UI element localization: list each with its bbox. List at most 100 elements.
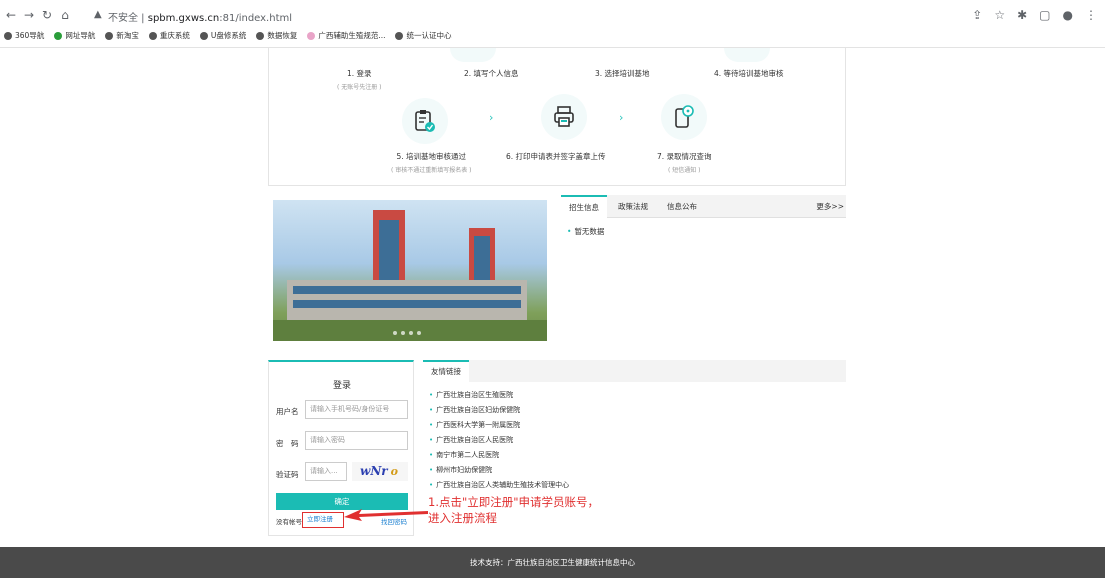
tab-policy[interactable]: 政策法规 [618, 195, 648, 218]
login-title: 登录 [332, 381, 351, 391]
bookmark-item[interactable]: 网址导航 [54, 30, 95, 41]
tab-announcements[interactable]: 信息公布 [667, 195, 697, 218]
step-title: 2. 填写个人信息 [464, 69, 519, 78]
globe-icon [199, 31, 208, 40]
bookmark-item[interactable]: 新淘宝 [105, 30, 139, 41]
share-icon[interactable]: ⇪ [972, 8, 982, 22]
captcha-input[interactable]: 请输入... [305, 462, 347, 481]
printer-icon [554, 106, 574, 127]
bookmarks-bar: 360导航 网址导航 新淘宝 重庆系统 U盘修系统 数据恢复 广西辅助生殖规范.… [4, 30, 451, 41]
globe-icon [54, 31, 63, 40]
username-label: 用户名 [276, 407, 299, 416]
step-3: 3. 选择培训基地 [595, 68, 650, 79]
url-field[interactable]: 不安全 | spbm.gxws.cn:81/index.html [108, 9, 292, 24]
more-link[interactable]: 更多>> [816, 195, 844, 218]
step-5: 5. 培训基地审核通过 ( 审核不通过重新填写报名表 ) [391, 151, 472, 174]
step-title: 7. 录取情况查询 [657, 152, 712, 161]
building-shape [293, 286, 521, 294]
carousel-dot[interactable] [417, 331, 421, 335]
carousel-dot[interactable] [393, 331, 397, 335]
profile-icon[interactable]: ● [1063, 8, 1073, 22]
carousel-dot[interactable] [401, 331, 405, 335]
step-subtitle: ( 短信通知 ) [668, 167, 701, 174]
globe-icon [4, 31, 12, 40]
step-title: 6. 打印申请表并签字盖章上传 [506, 152, 606, 161]
browser-toolbar-right: ⇪ ☆ ✱ ▢ ● ⋮ [972, 8, 1097, 22]
friend-link[interactable]: 广西壮族自治区生殖医院 [429, 390, 513, 400]
register-link[interactable]: 立即注册 [302, 512, 344, 528]
bookmark-item[interactable]: 重庆系统 [148, 30, 190, 41]
bookmark-item[interactable]: 数据恢复 [256, 30, 297, 41]
warning-icon: ▲ [94, 9, 102, 20]
building-shape [293, 300, 521, 308]
tab-friend-links[interactable]: 友情链接 [423, 360, 469, 382]
news-tabs: 招生信息 政策法规 信息公布 更多>> [561, 195, 846, 218]
sidepanel-icon[interactable]: ▢ [1039, 8, 1050, 22]
password-input[interactable]: 请输入密码 [305, 431, 408, 450]
forward-icon[interactable]: → [22, 8, 36, 22]
bookmark-label: 重庆系统 [159, 31, 190, 40]
bookmark-item[interactable]: 360导航 [4, 30, 44, 41]
extensions-icon[interactable]: ✱ [1017, 8, 1027, 22]
step-6: 6. 打印申请表并签字盖章上传 [506, 151, 606, 162]
annotation-text: 1.点击"立即注册"申请学员账号， 进入注册流程 [428, 494, 599, 526]
step-title: 1. 登录 [346, 69, 372, 78]
star-icon[interactable]: ☆ [994, 8, 1005, 22]
hospital-photo-carousel[interactable] [273, 200, 547, 341]
bookmark-label: U盘修系统 [210, 31, 247, 40]
friend-link[interactable]: 柳州市妇幼保健院 [429, 465, 492, 475]
back-icon[interactable]: ← [4, 8, 18, 22]
username-input[interactable]: 请输入手机号码/身份证号 [305, 400, 408, 419]
step-icon-bg [402, 98, 448, 144]
bookmark-label: 新淘宝 [116, 31, 139, 40]
bookmark-label: 360导航 [15, 31, 45, 40]
globe-icon [395, 31, 404, 40]
bookmark-label: 广西辅助生殖规范... [318, 31, 386, 40]
step-4: 4. 等待培训基地审核 [714, 68, 784, 79]
friend-link[interactable]: 南宁市第二人民医院 [429, 450, 499, 460]
annotation-line-2: 进入注册流程 [428, 511, 497, 525]
captcha-extra: o [390, 465, 398, 478]
step-title: 3. 选择培训基地 [595, 69, 650, 78]
bookmark-label: 数据恢复 [267, 31, 298, 40]
captcha-image[interactable]: wNr o [352, 462, 408, 481]
friend-links-tabs: 友情链接 [423, 360, 846, 382]
registration-steps: 1. 登录 ( 无账号先注册 ) 2. 填写个人信息 3. 选择培训基地 4. … [268, 48, 846, 186]
friend-link[interactable]: 广西壮族自治区人类辅助生殖技术管理中心 [429, 480, 569, 490]
globe-icon [256, 31, 265, 40]
captcha-text: wNr [360, 464, 388, 478]
globe-icon [148, 31, 157, 40]
menu-icon[interactable]: ⋮ [1085, 8, 1097, 22]
captcha-label: 验证码 [276, 470, 299, 479]
carousel-dot[interactable] [409, 331, 413, 335]
step-title: 5. 培训基地审核通过 [396, 152, 467, 161]
footer: 技术支持：广西壮族自治区卫生健康统计信息中心 [0, 547, 1105, 578]
bookmark-label: 统一认证中心 [406, 31, 452, 40]
friend-link[interactable]: 广西壮族自治区人民医院 [429, 435, 513, 445]
phone-chat-icon [675, 105, 694, 128]
clipboard-check-icon [415, 110, 435, 132]
home-icon[interactable]: ⌂ [58, 8, 72, 22]
friend-link[interactable]: 广西医科大学第一附属医院 [429, 420, 520, 430]
step-icon-bg [541, 94, 587, 140]
url-host: spbm.gxws.cn [147, 13, 220, 24]
friend-link[interactable]: 广西壮族自治区妇幼保健院 [429, 405, 520, 415]
chevron-right-icon: › [489, 111, 494, 124]
globe-icon [307, 31, 316, 40]
news-item: 暂无数据 [567, 226, 604, 237]
no-account-label: 没有帐号 [276, 518, 302, 526]
password-label: 密 码 [276, 439, 299, 448]
step-icon-bg [450, 48, 496, 62]
reload-icon[interactable]: ↻ [40, 8, 54, 22]
news-panel: 招生信息 政策法规 信息公布 更多>> 暂无数据 [561, 195, 846, 345]
step-7: 7. 录取情况查询 ( 短信通知 ) [657, 151, 712, 174]
tab-admission-info[interactable]: 招生信息 [561, 195, 607, 218]
step-icon-bg [661, 94, 707, 140]
step-icon-bg [724, 48, 770, 62]
carousel-dots[interactable] [393, 331, 421, 335]
bookmark-item[interactable]: 广西辅助生殖规范... [307, 30, 385, 41]
bookmark-item[interactable]: 统一认证中心 [395, 30, 451, 41]
bookmark-item[interactable]: U盘修系统 [199, 30, 247, 41]
step-subtitle: ( 无账号先注册 ) [337, 84, 382, 91]
footer-text: 技术支持：广西壮族自治区卫生健康统计信息中心 [470, 558, 635, 567]
